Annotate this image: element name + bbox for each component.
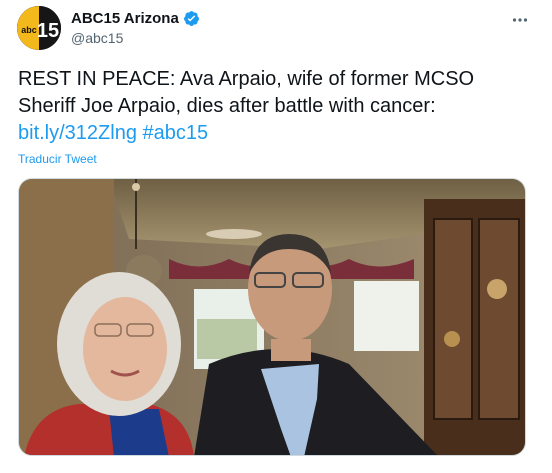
tweet: abc 15 ABC15 Arizona @abc15 REST IN PEAC… [0,0,552,473]
avatar[interactable]: abc 15 [17,6,61,50]
verified-badge-icon [183,10,200,27]
avatar-number-text: 15 [37,20,59,42]
tweet-text-line-1: REST IN PEACE: Ava Arpaio, wife of forme… [18,68,475,90]
avatar-small-text: abc [21,25,37,35]
translate-tweet-link[interactable]: Traducir Tweet [18,152,97,166]
tweet-link[interactable]: bit.ly/312Zlng [18,122,137,144]
tweet-text: REST IN PEACE: Ava Arpaio, wife of forme… [18,66,528,147]
tweet-text-line-2: Sheriff Joe Arpaio, dies after battle wi… [18,95,436,117]
more-options-icon[interactable] [510,10,530,30]
account-handle[interactable]: @abc15 [71,30,200,46]
tweet-header: ABC15 Arizona @abc15 [71,8,200,46]
tweet-hashtag[interactable]: #abc15 [143,122,209,144]
display-name[interactable]: ABC15 Arizona [71,10,179,27]
tweet-media-image[interactable] [18,178,526,456]
